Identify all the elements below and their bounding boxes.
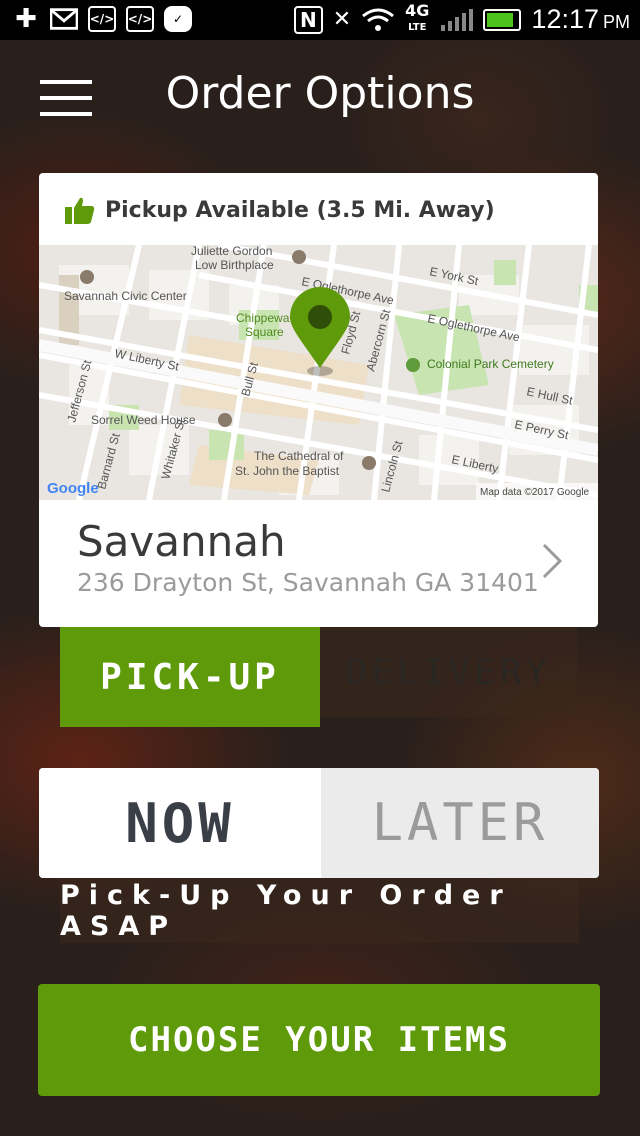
- google-logo: Google: [47, 480, 99, 497]
- map-label: Juliette Gordon: [191, 245, 272, 258]
- tab-delivery-label: DELIVERY: [345, 651, 552, 693]
- map-label: Low Birthplace: [195, 258, 274, 272]
- tab-now-label: NOW: [125, 791, 235, 855]
- map-label: Savannah Civic Center: [64, 289, 187, 303]
- map-label: St. John the Baptist: [235, 464, 340, 478]
- choose-items-button[interactable]: CHOOSE YOUR ITEMS: [38, 984, 600, 1096]
- timing-selector: NOW LATER: [39, 768, 599, 878]
- page-title: Order Options: [165, 68, 475, 119]
- app-header: Order Options: [0, 40, 640, 160]
- tab-later-label: LATER: [371, 793, 549, 853]
- mute-icon: ✕: [332, 7, 352, 32]
- tab-delivery[interactable]: DELIVERY: [320, 627, 577, 717]
- store-address: 236 Drayton St, Savannah GA 31401: [77, 568, 539, 597]
- map-label: The Cathedral of: [254, 449, 344, 463]
- timing-message: Pick-Up Your Order ASAP: [60, 878, 579, 943]
- nfc-icon: N: [293, 5, 323, 34]
- thumbs-up-icon: [65, 197, 95, 224]
- status-bar: ✚ </> </> ✓ N ✕ 4G LTE 12:17 PM: [0, 0, 640, 40]
- wifi-icon: [362, 8, 395, 31]
- chevron-right-icon[interactable]: [536, 541, 566, 581]
- battery-icon: [483, 8, 522, 31]
- notification-icons: ✚ </> </> ✓: [12, 4, 192, 34]
- tab-pickup-label: PICK-UP: [100, 656, 280, 698]
- signal-icon: [441, 8, 474, 31]
- map-label: Square: [245, 325, 284, 339]
- choose-items-label: CHOOSE YOUR ITEMS: [128, 1020, 510, 1060]
- map-label: Colonial Park Cemetery: [427, 357, 554, 371]
- pickup-availability: Pickup Available (3.5 Mi. Away): [65, 193, 495, 227]
- clock: 12:17 PM: [531, 4, 630, 34]
- fulfillment-tabs: PICK-UP DELIVERY: [60, 627, 577, 727]
- map-canvas: Juliette Gordon Low Birthplace Savannah …: [39, 245, 598, 500]
- tab-pickup[interactable]: PICK-UP: [60, 627, 320, 727]
- location-card: Pickup Available (3.5 Mi. Away) Juliette…: [39, 173, 598, 627]
- gmail-icon: [50, 6, 78, 32]
- system-icons: N ✕ 4G LTE 12:17 PM: [293, 1, 630, 35]
- tab-later[interactable]: LATER: [321, 768, 599, 878]
- store-name: Savannah: [77, 517, 286, 566]
- check-icon: ✓: [164, 6, 192, 32]
- code-icon: </>: [88, 6, 116, 32]
- store-map[interactable]: Juliette Gordon Low Birthplace Savannah …: [39, 245, 598, 500]
- network-icon: 4G LTE: [405, 1, 430, 34]
- map-attribution: Map data ©2017 Google: [480, 487, 590, 498]
- add-icon: ✚: [15, 4, 37, 34]
- map-label: Chippewa: [236, 311, 290, 325]
- tab-now[interactable]: NOW: [39, 768, 321, 878]
- code-icon: </>: [126, 6, 154, 32]
- availability-text: Pickup Available (3.5 Mi. Away): [105, 197, 495, 223]
